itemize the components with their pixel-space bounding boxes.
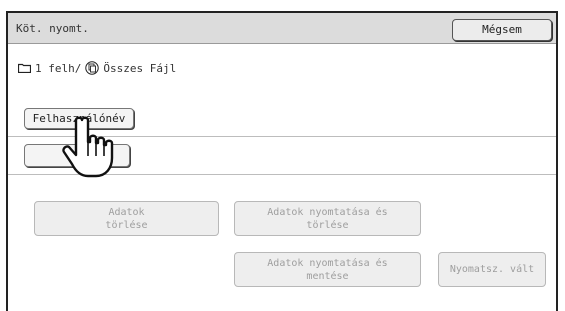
print-delete-line2: törlése [306, 219, 349, 231]
print-delete-line1: Adatok nyomtatása és [267, 206, 388, 218]
change-print-count-label: Nyomatsz. vált [449, 264, 535, 275]
folder-icon [18, 63, 31, 73]
delete-data-line2: törlése [105, 219, 148, 231]
delete-data-line1: Adatok [108, 206, 145, 218]
title-bar: Köt. nyomt. Mégsem [8, 13, 556, 44]
pointing-hand-icon [62, 116, 114, 178]
print-and-save-button[interactable]: Adatok nyomtatása és mentése [234, 252, 421, 287]
breadcrumb: 1 felh/ Összes Fájl [18, 61, 176, 75]
breadcrumb-folder: 1 felh/ [35, 61, 82, 75]
cancel-button[interactable]: Mégsem [452, 19, 552, 41]
breadcrumb-all-files: Összes Fájl [103, 61, 177, 75]
page-title: Köt. nyomt. [16, 22, 89, 35]
change-print-count-button[interactable]: Nyomatsz. vált [438, 252, 546, 287]
print-save-line1: Adatok nyomtatása és [267, 257, 388, 269]
print-and-delete-button[interactable]: Adatok nyomtatása és törlése [234, 201, 421, 236]
delete-data-button[interactable]: Adatok törlése [34, 201, 219, 236]
print-save-line2: mentése [306, 270, 349, 282]
all-files-icon [85, 61, 100, 75]
